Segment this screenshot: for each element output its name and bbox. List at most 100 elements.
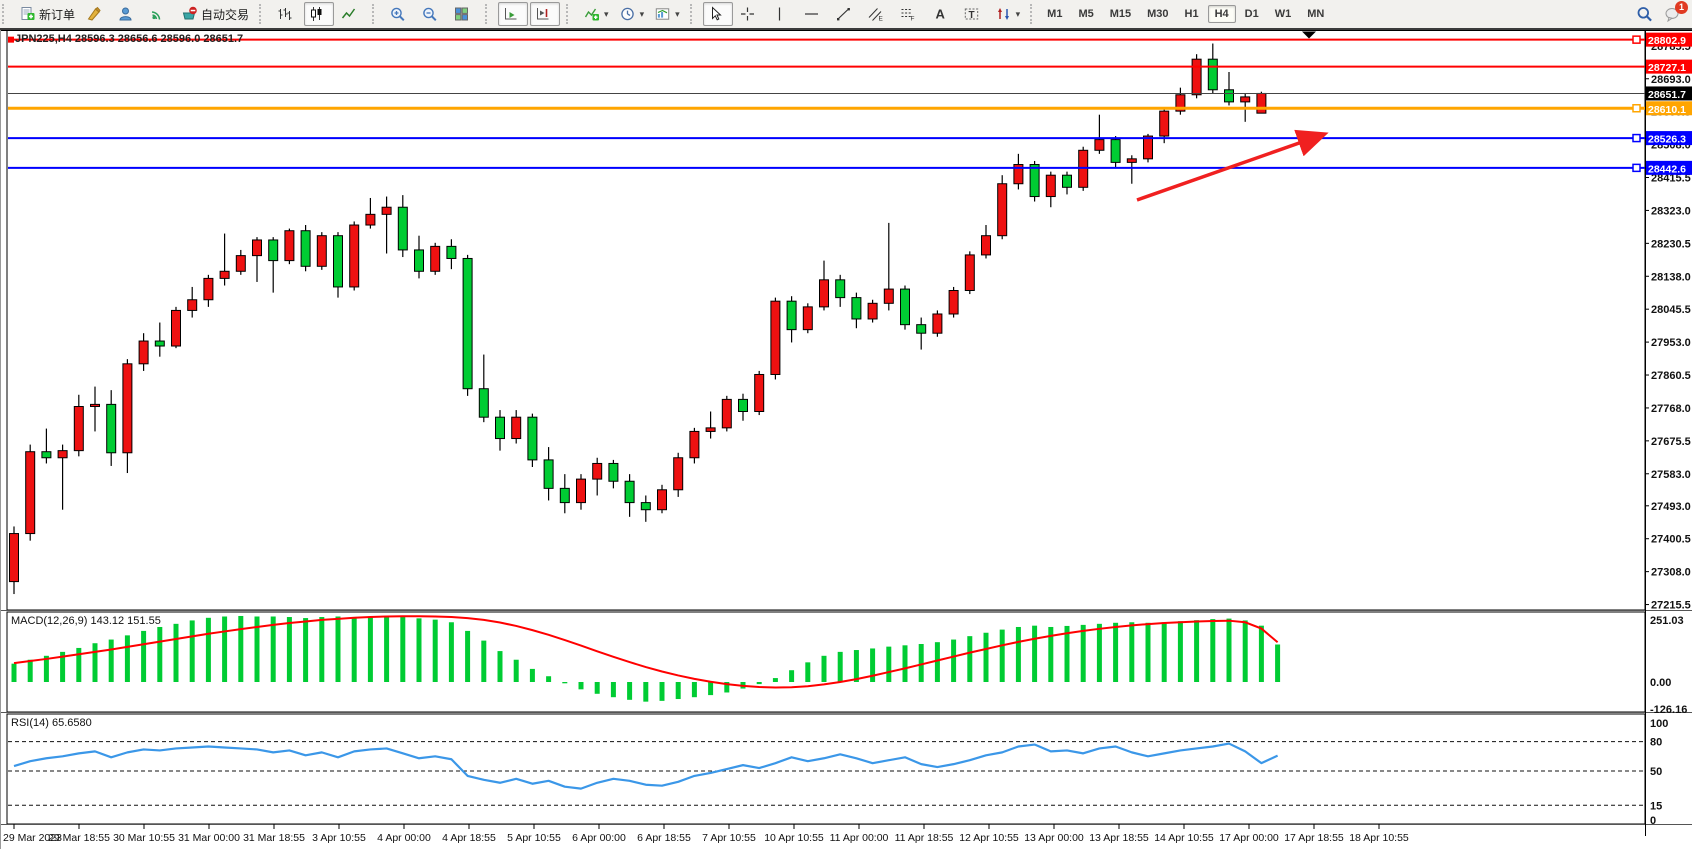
x-tick-label: 3 Apr 10:55	[312, 832, 366, 844]
trendline-button[interactable]	[831, 2, 861, 26]
channel-button[interactable]: E	[863, 2, 893, 26]
timeframe-button-mn[interactable]: MN	[1300, 5, 1331, 23]
chevron-down-icon[interactable]: ▾	[1016, 9, 1021, 20]
y-tick-label: 28693.0	[1651, 74, 1691, 86]
support-line-2-handle[interactable]	[1633, 164, 1640, 171]
candle-body	[512, 417, 521, 438]
macd-histogram-bar	[141, 631, 146, 682]
x-tick-label: 10 Apr 10:55	[764, 832, 824, 844]
clock-icon	[619, 6, 636, 22]
candle-body	[803, 307, 812, 330]
candle-body	[58, 451, 67, 458]
autotrading-button-label: 自动交易	[201, 6, 249, 23]
tiles-icon	[453, 6, 470, 22]
chevron-down-icon[interactable]: ▾	[640, 9, 645, 20]
y-tick-label: 27953.0	[1651, 337, 1691, 349]
orange-level-line-price-label: 28610.1	[1648, 104, 1686, 116]
timeframe-button-w1[interactable]: W1	[1268, 5, 1299, 23]
timeframe-button-m1[interactable]: M1	[1040, 5, 1069, 23]
macd-histogram-bar	[822, 656, 827, 682]
periods-button[interactable]: ▾	[615, 2, 649, 26]
timeframe-button-m15[interactable]: M15	[1103, 5, 1138, 23]
resistance-line-1-handle[interactable]	[1633, 36, 1640, 43]
metaeditor-button[interactable]	[81, 2, 111, 26]
candle-body	[42, 452, 51, 458]
indicators-button[interactable]: ▾	[579, 2, 613, 26]
candle-body	[544, 460, 553, 488]
x-tick-label: 18 Apr 10:55	[1349, 832, 1409, 844]
search-button[interactable]	[1636, 6, 1654, 22]
x-tick-label: 5 Apr 10:55	[507, 832, 561, 844]
label-button[interactable]: T	[959, 2, 989, 26]
autoscroll-icon	[502, 6, 519, 22]
chart-surface[interactable]: 28785.528693.028600.528508.028415.528323…	[0, 30, 1692, 849]
candle-body	[301, 231, 310, 267]
horizontal-line-button[interactable]	[799, 2, 829, 26]
rsi-axis-label: 50	[1650, 766, 1662, 778]
macd-histogram-bar	[1227, 619, 1232, 682]
signals-button[interactable]	[145, 2, 175, 26]
macd-histogram-bar	[757, 682, 762, 684]
timeframe-button-h4[interactable]: H4	[1208, 5, 1236, 23]
x-tick-label: 31 Mar 18:55	[243, 832, 305, 844]
market-button[interactable]	[113, 2, 143, 26]
chart-canvas[interactable]: 28785.528693.028600.528508.028415.528323…	[0, 30, 1692, 849]
candle-chart-button[interactable]	[304, 2, 334, 26]
x-tick-label: 11 Apr 18:55	[895, 832, 954, 844]
candle-body	[739, 399, 748, 411]
y-tick-label: 27400.5	[1651, 534, 1691, 546]
macd-histogram-bar	[579, 682, 584, 689]
macd-histogram-bar	[708, 682, 713, 695]
macd-histogram-bar	[773, 678, 778, 682]
main-pane[interactable]	[7, 30, 1645, 610]
vertical-line-button[interactable]	[767, 2, 797, 26]
candle-body	[1241, 97, 1250, 102]
macd-histogram-bar	[498, 651, 503, 682]
x-tick-label: 12 Apr 10:55	[959, 832, 1019, 844]
chevron-down-icon[interactable]: ▾	[604, 9, 609, 20]
resistance-line-1-handle[interactable]	[8, 37, 14, 43]
candle-body	[334, 236, 343, 287]
timeframe-button-m30[interactable]: M30	[1140, 5, 1175, 23]
tile-windows-button[interactable]	[449, 2, 479, 26]
y-tick-label: 27308.0	[1651, 567, 1691, 579]
new-order-button[interactable]: 新订单	[15, 2, 79, 26]
bar-chart-button[interactable]	[272, 2, 302, 26]
rsi-axis-label: 100	[1650, 718, 1668, 730]
candle-body	[74, 407, 83, 451]
text-button[interactable]: A	[927, 2, 957, 26]
timeframe-button-m5[interactable]: M5	[1071, 5, 1100, 23]
candle-body	[204, 278, 213, 299]
crosshair-button[interactable]	[735, 2, 765, 26]
zoom-in-button[interactable]	[385, 2, 415, 26]
support-line-1-handle[interactable]	[1633, 135, 1640, 142]
candle-body	[1063, 175, 1072, 187]
rsi-pane[interactable]	[7, 714, 1645, 824]
fibonacci-button[interactable]: F	[895, 2, 925, 26]
line-chart-button[interactable]	[336, 2, 366, 26]
new-order-icon	[19, 6, 36, 22]
x-tick-label: 11 Apr 00:00	[830, 832, 889, 844]
candle-body	[253, 240, 262, 256]
resistance-line-1-price-label: 28802.9	[1648, 35, 1686, 47]
timeframe-button-h1[interactable]: H1	[1178, 5, 1206, 23]
cursor-button[interactable]	[703, 2, 733, 26]
candle-body	[998, 184, 1007, 236]
chat-button[interactable]: 1	[1664, 6, 1682, 22]
macd-histogram-bar	[1243, 620, 1248, 682]
macd-histogram-bar	[530, 669, 535, 682]
notification-badge: 1	[1675, 1, 1688, 14]
auto-scroll-button[interactable]	[498, 2, 528, 26]
chart-shift-button[interactable]	[530, 2, 560, 26]
timeframe-button-d1[interactable]: D1	[1238, 5, 1266, 23]
arrows-button[interactable]: ▾	[991, 2, 1025, 26]
macd-histogram-bar	[1162, 622, 1167, 682]
orange-level-line-handle[interactable]	[1633, 105, 1640, 112]
chevron-down-icon[interactable]: ▾	[675, 9, 680, 20]
line-icon	[340, 6, 357, 22]
macd-histogram-bar	[157, 627, 162, 682]
candle-body	[1257, 93, 1266, 113]
zoom-out-button[interactable]	[417, 2, 447, 26]
autotrading-button[interactable]: 自动交易	[177, 2, 253, 26]
templates-button[interactable]: ▾	[650, 2, 684, 26]
